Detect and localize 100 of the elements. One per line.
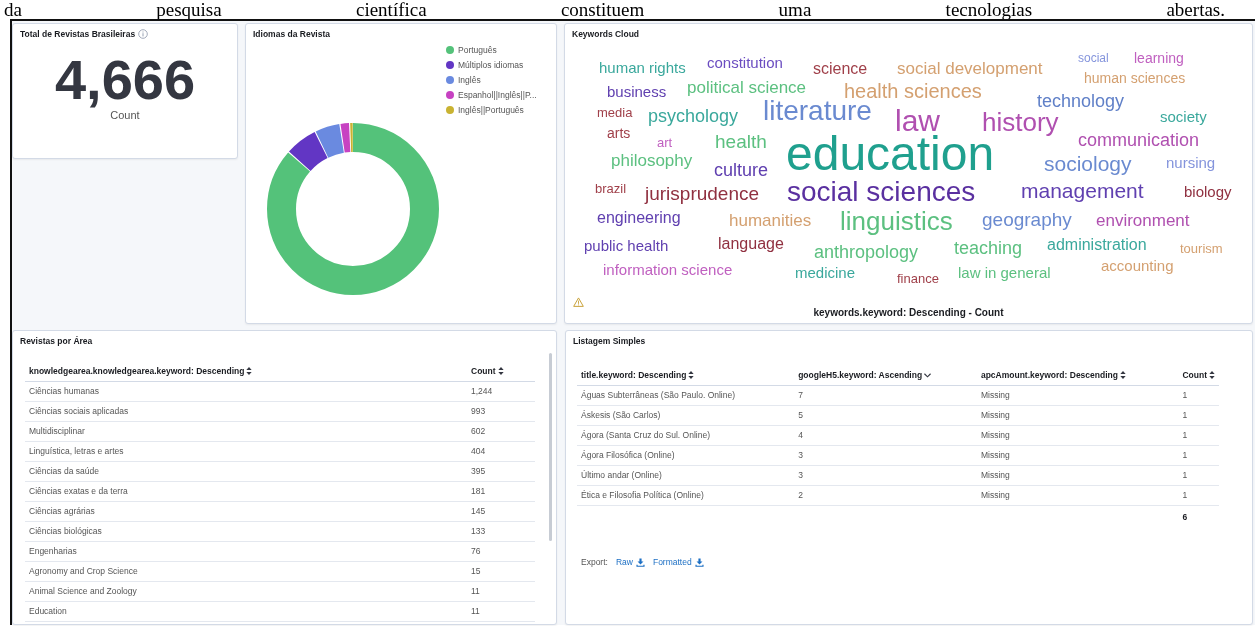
table-cell: 1: [1182, 430, 1188, 440]
column-header[interactable]: googleH5.keyword: Ascending: [798, 370, 932, 380]
keyword: language: [718, 236, 784, 252]
panel-title: Keywords Cloud: [572, 29, 640, 39]
keyword: administration: [1047, 237, 1147, 253]
table-cell: 3: [798, 450, 803, 460]
keyword: human rights: [599, 59, 686, 75]
keyword: health: [715, 131, 767, 151]
table-cell: 395: [471, 466, 486, 476]
table-cell: 1: [1182, 470, 1188, 480]
table-cell: 1: [1182, 390, 1188, 400]
legend-item[interactable]: Português: [458, 45, 497, 55]
cloud-caption: keywords.keyword: Descending - Count: [812, 307, 1005, 318]
keyword: accounting: [1101, 257, 1174, 273]
legend-item[interactable]: Inglês: [458, 75, 481, 85]
column-header[interactable]: knowledgearea.knowledgearea.keyword: Descending: [29, 366, 253, 376]
export-link[interactable]: Formatted: [652, 557, 704, 567]
keyword: engineering: [597, 210, 681, 226]
warning-icon: [573, 297, 584, 307]
table-cell: Missing: [980, 450, 1010, 460]
keyword: learning: [1134, 51, 1184, 65]
legend-item[interactable]: Múltiplos idiomas: [458, 60, 524, 70]
export-link[interactable]: Raw: [615, 557, 645, 567]
keyword: society: [1160, 108, 1207, 124]
table-cell: Engenharias: [29, 546, 77, 556]
column-header[interactable]: Count: [471, 366, 504, 376]
table-cell: Ciências agrárias: [29, 506, 95, 516]
table-cell: 404: [471, 446, 486, 456]
column-header[interactable]: apcAmount.keyword: Descending: [980, 370, 1126, 380]
keyword: arts: [607, 126, 631, 140]
keyword: brazil: [595, 181, 627, 195]
keyword: nursing: [1166, 154, 1216, 170]
keyword: communication: [1078, 131, 1200, 149]
table-cell: Linguística, letras e artes: [29, 446, 124, 456]
table-cell: Agronomy and Crop Science: [29, 566, 138, 576]
table-cell: Áskesis (São Carlos): [581, 410, 661, 420]
table-cell: Missing: [980, 430, 1010, 440]
info-icon: [138, 29, 149, 39]
table-cell: 76: [471, 546, 481, 556]
keyword: law in general: [958, 264, 1051, 280]
keyword: science: [813, 61, 868, 77]
table-cell: Último andar (Online): [581, 470, 662, 480]
table-cell: 993: [471, 406, 486, 416]
keyword: political science: [687, 78, 807, 96]
keyword: culture: [714, 161, 769, 179]
table-cell: 11: [471, 606, 480, 616]
table-cell: Education: [29, 606, 67, 616]
keyword: technology: [1037, 92, 1125, 110]
table-cell: Águas Subterrâneas (São Paulo. Online): [581, 390, 736, 400]
keyword: public health: [584, 237, 669, 253]
table-cell: Missing: [980, 490, 1010, 500]
table-cell: 181: [471, 486, 486, 496]
table-cell: Ciências biológicas: [29, 526, 102, 536]
table-cell: Missing: [980, 470, 1010, 480]
keyword: social sciences: [787, 178, 976, 206]
keyword: tourism: [1180, 241, 1223, 255]
table-cell: Missing: [980, 410, 1010, 420]
keyword: medicine: [795, 264, 856, 280]
table-cell: Ágora Filosófica (Online): [581, 450, 675, 460]
keyword: anthropology: [814, 243, 919, 261]
keyword: biology: [1184, 183, 1232, 199]
keyword: teaching: [954, 239, 1023, 257]
table-cell: 145: [471, 506, 486, 516]
table-cell: Ciências da saúde: [29, 466, 99, 476]
table-cell: Missing: [980, 390, 1010, 400]
table-cell: 4: [798, 430, 803, 440]
table-cell: 7: [798, 390, 803, 400]
panel-title: Idiomas da Revista: [253, 29, 330, 39]
metric-label: Count: [110, 109, 140, 121]
table-cell: 1: [1182, 490, 1188, 500]
keyword: environment: [1096, 211, 1190, 229]
keyword: philosophy: [611, 151, 693, 169]
legend-item[interactable]: Espanhol||Inglês||P...: [458, 90, 537, 100]
table-cell: Ágora (Santa Cruz do Sul. Online): [581, 430, 710, 440]
download-icon: [635, 557, 645, 567]
column-header[interactable]: title.keyword: Descending: [581, 370, 695, 380]
keyword: media: [597, 105, 633, 119]
panel-title: Total de Revistas Brasileiras: [20, 29, 136, 39]
table-cell: Animal Science and Zoology: [29, 586, 137, 596]
table-cell: Ciências sociais aplicadas: [29, 406, 129, 416]
table-cell: 5: [798, 410, 803, 420]
legend-item[interactable]: Inglês||Português: [458, 105, 524, 115]
keyword: information science: [603, 261, 733, 277]
table-cell: Ciências exatas e da terra: [29, 486, 128, 496]
table-cell: 1,244: [471, 386, 493, 396]
table-cell: 1: [1182, 450, 1188, 460]
keyword: linguistics: [840, 208, 953, 234]
export-label: Export:: [581, 557, 608, 567]
table-cell: 15: [471, 566, 481, 576]
metric-value: 4,666: [54, 51, 196, 109]
scrollbar[interactable]: [549, 353, 552, 541]
keyword: finance: [897, 271, 939, 285]
keyword: jurisprudence: [645, 183, 760, 203]
table-cell: 602: [471, 426, 486, 436]
keyword: human sciences: [1084, 71, 1186, 85]
keyword: geography: [982, 209, 1072, 229]
table-cell: Ética e Filosofia Política (Online): [581, 490, 704, 500]
keyword: sociology: [1044, 152, 1132, 174]
panel-title: Revistas por Área: [20, 336, 93, 346]
column-header[interactable]: Count: [1182, 370, 1215, 380]
